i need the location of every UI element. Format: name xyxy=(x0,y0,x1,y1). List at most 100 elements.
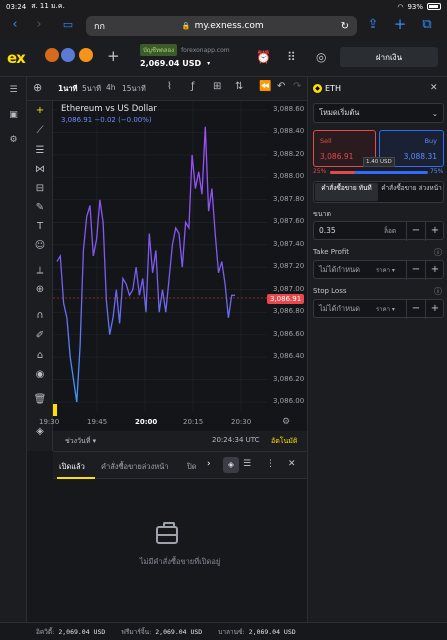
timeframe-4h[interactable]: 4h xyxy=(106,83,116,92)
range-icon[interactable]: ⊟ xyxy=(27,183,53,194)
take-profit-label: Take Profit xyxy=(313,248,350,256)
more-options-icon[interactable]: ⋮ xyxy=(266,459,275,469)
timeframe-15m[interactable]: 15นาที xyxy=(122,83,146,95)
sort-icon[interactable]: ⇅ xyxy=(235,81,243,92)
tab-open[interactable]: เปิดแล้ว xyxy=(59,461,85,473)
ruler-icon[interactable]: ⟂ xyxy=(27,265,53,276)
price-line xyxy=(56,126,235,403)
share-icon[interactable]: ⇪ xyxy=(362,17,384,32)
chart-scroll-handle[interactable] xyxy=(53,404,57,416)
y-tick-label: 3,087.20 xyxy=(273,262,305,271)
auto-scale-button[interactable]: อัตโนมัติ xyxy=(271,436,297,447)
apps-grid-icon[interactable]: ⠿ xyxy=(287,50,296,64)
layers-view-icon[interactable]: ◈ xyxy=(223,457,239,473)
text-tool-icon[interactable]: T xyxy=(27,221,53,232)
calendar-icon[interactable]: ▣ xyxy=(0,110,27,120)
demo-badge: บัญชีทดลอง xyxy=(140,44,178,56)
stack-view-icon[interactable]: ☰ xyxy=(243,459,251,469)
drawing-tools: + ⟋ ☰ ⋈ ⊟ ✎ T ☺ ⟂ ⊕ ∩ ✐ ⌂ ◉ 🗑 ◈ xyxy=(27,101,53,451)
timeframe-1m[interactable]: 1นาที xyxy=(58,83,78,95)
pair-tab-icon[interactable] xyxy=(79,48,93,62)
equity-label: อิควิตี้: xyxy=(36,627,55,636)
account-selector[interactable]: บัญชีทดลอง forexonapp.com 2,069.04 USD ▾ xyxy=(140,44,230,68)
indicators-icon[interactable]: ƒ xyxy=(191,81,195,92)
bookmarks-icon[interactable]: ▭ xyxy=(57,18,79,31)
account-summary-bar: อิควิตี้: 2,069.04 USD ฟรีมาร์จิ้น: 2,06… xyxy=(0,622,447,640)
tab-closed[interactable]: ปิด xyxy=(187,461,197,473)
take-profit-input[interactable]: ไม่ได้กำหนด ราคา ▾ − + xyxy=(313,260,444,280)
brush-icon[interactable]: ✎ xyxy=(27,202,53,213)
app-header: ex + บัญชีทดลอง forexonapp.com 2,069.04 … xyxy=(0,39,447,77)
x-tick-label: 19:45 xyxy=(87,418,108,426)
pair-tab-icon[interactable] xyxy=(61,48,75,62)
forward-icon[interactable]: › xyxy=(28,17,50,32)
tp-increase-button[interactable]: + xyxy=(425,261,444,280)
rewind-icon[interactable]: ⏪ xyxy=(259,81,271,92)
take-profit-unit[interactable]: ราคา ▾ xyxy=(376,265,395,275)
new-tab-icon[interactable]: + xyxy=(389,15,411,33)
close-panel-icon[interactable]: ✕ xyxy=(430,83,438,93)
deposit-button[interactable]: ฝากเงิน xyxy=(340,47,438,67)
trendline-icon[interactable]: ⟋ xyxy=(27,125,53,136)
add-indicator-icon[interactable]: ⊕ xyxy=(33,81,42,94)
info-icon[interactable]: ⓘ xyxy=(434,247,442,258)
fib-icon[interactable]: ☰ xyxy=(27,145,53,156)
pattern-icon[interactable]: ⋈ xyxy=(27,164,53,175)
x-tick-label: 20:30 xyxy=(231,418,252,426)
trash-icon[interactable]: 🗑 xyxy=(27,394,53,405)
timeframe-5m[interactable]: 5นาที xyxy=(82,83,101,95)
eye-icon[interactable]: ◉ xyxy=(27,369,53,380)
add-instrument-icon[interactable]: + xyxy=(107,47,120,65)
y-tick-label: 3,086.60 xyxy=(273,329,305,338)
redo-icon[interactable]: ↷ xyxy=(293,81,301,92)
stop-loss-value: ไม่ได้กำหนด xyxy=(319,303,361,313)
settings-gear-icon[interactable]: ⚙ xyxy=(0,135,27,145)
chart-title: Ethereum vs US Dollar xyxy=(61,104,157,114)
alarm-clock-icon[interactable]: ⏰ xyxy=(256,50,271,64)
date-range-button[interactable]: ช่วงวันที่ ▾ xyxy=(65,436,96,447)
close-icon[interactable]: ✕ xyxy=(288,459,296,469)
emoji-icon[interactable]: ☺ xyxy=(27,240,53,251)
exness-logo[interactable]: ex xyxy=(7,49,26,67)
order-mode-select[interactable]: โหมดเริ่มต้น ⌄ xyxy=(313,103,444,123)
sl-decrease-button[interactable]: − xyxy=(406,300,425,319)
briefcase-icon xyxy=(156,522,178,544)
address-bar[interactable]: กก 🔒 my.exness.com ↻ xyxy=(86,16,357,36)
tp-decrease-button[interactable]: − xyxy=(406,261,425,280)
chart-settings-icon[interactable]: ⚙ xyxy=(282,417,290,427)
magnet-icon[interactable]: ∩ xyxy=(27,310,53,321)
tab-pending[interactable]: คำสั่งซื้อขายล่วงหน้า xyxy=(101,461,169,473)
volume-decrease-button[interactable]: − xyxy=(406,222,425,241)
account-server: forexonapp.com xyxy=(181,46,230,54)
profile-icon[interactable]: ◎ xyxy=(316,50,326,64)
pencil-lock-icon[interactable]: ✐ xyxy=(27,330,53,341)
crosshair-icon[interactable]: + xyxy=(27,105,53,116)
volume-increase-button[interactable]: + xyxy=(425,222,444,241)
pair-tab-icon[interactable] xyxy=(45,48,59,62)
account-balance: 2,069.04 USD xyxy=(140,59,202,68)
undo-icon[interactable]: ↶ xyxy=(277,81,285,92)
layers-icon[interactable]: ◈ xyxy=(27,426,53,437)
back-icon[interactable]: ‹ xyxy=(4,17,26,32)
chart-canvas[interactable] xyxy=(53,101,307,431)
date-range-label: ช่วงวันที่ xyxy=(65,437,91,445)
price-chart[interactable]: Ethereum vs US Dollar 3,086.91 −0.02 (−0… xyxy=(39,101,307,431)
lock-icon[interactable]: ⌂ xyxy=(27,350,53,361)
zoom-in-icon[interactable]: ⊕ xyxy=(27,284,53,295)
info-icon[interactable]: ⓘ xyxy=(434,286,442,297)
status-date: ส. 11 ม.ค. xyxy=(31,2,65,10)
stop-loss-input[interactable]: ไม่ได้กำหนด ราคา ▾ − + xyxy=(313,299,444,319)
reload-icon[interactable]: ↻ xyxy=(341,21,349,32)
tabs-icon[interactable]: ⧉ xyxy=(416,17,438,32)
volume-input[interactable]: 0.35 ล็อต − + xyxy=(313,221,444,241)
sl-increase-button[interactable]: + xyxy=(425,300,444,319)
layout-icon[interactable]: ⊞ xyxy=(213,81,221,92)
chart-quote: 3,086.91 −0.02 (−0.00%) xyxy=(61,116,152,124)
tab-pending-order[interactable]: คำสั่งซื้อขาย ล่วงหน้า xyxy=(380,183,443,201)
menu-list-icon[interactable]: ☰ xyxy=(0,85,27,95)
tab-market-order[interactable]: คำสั่งซื้อขาย ทันที xyxy=(315,183,378,201)
chart-type-icon[interactable]: ⌇ xyxy=(167,81,172,92)
stop-loss-unit[interactable]: ราคา ▾ xyxy=(376,304,395,314)
chevron-right-icon[interactable]: › xyxy=(207,459,211,469)
reader-text-size[interactable]: กก xyxy=(94,19,105,33)
